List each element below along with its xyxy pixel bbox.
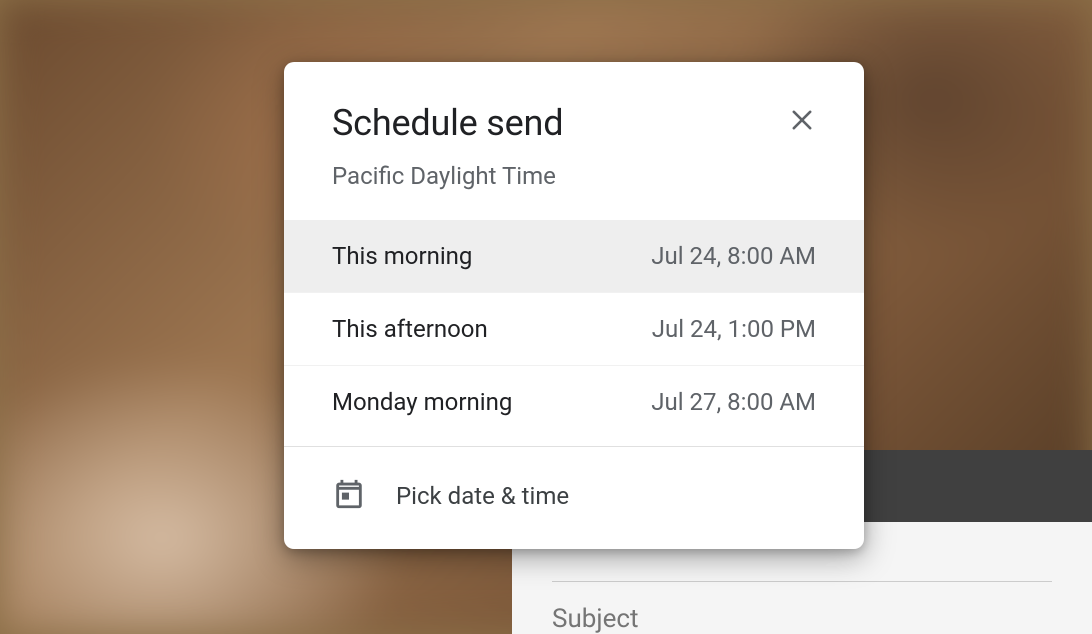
schedule-option-this-afternoon[interactable]: This afternoon Jul 24, 1:00 PM [284,292,864,365]
option-time: Jul 24, 1:00 PM [652,315,816,343]
option-label: This morning [332,242,472,270]
pick-date-time-label: Pick date & time [396,482,569,510]
compose-subject-field[interactable]: Subject [552,581,1052,634]
dialog-header: Schedule send Pacific Daylight Time [284,62,864,220]
option-time: Jul 27, 8:00 AM [651,388,816,416]
schedule-option-this-morning[interactable]: This morning Jul 24, 8:00 AM [284,220,864,292]
schedule-send-dialog: Schedule send Pacific Daylight Time This… [284,62,864,549]
close-icon [788,106,816,134]
option-time: Jul 24, 8:00 AM [651,242,816,270]
calendar-icon [332,477,366,515]
dialog-timezone: Pacific Daylight Time [332,162,816,190]
schedule-option-monday-morning[interactable]: Monday morning Jul 27, 8:00 AM [284,365,864,438]
option-label: Monday morning [332,388,512,416]
dialog-title: Schedule send [332,102,816,144]
close-button[interactable] [782,100,822,140]
pick-date-time-button[interactable]: Pick date & time [284,447,864,549]
option-label: This afternoon [332,315,488,343]
schedule-options-list: This morning Jul 24, 8:00 AM This aftern… [284,220,864,438]
